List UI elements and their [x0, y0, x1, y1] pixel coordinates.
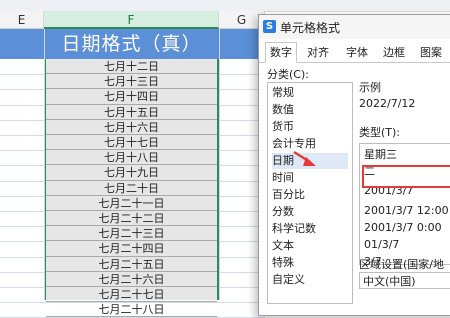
date-cell[interactable]: 七月十四日 [46, 89, 217, 105]
category-label: 分类(C): [267, 68, 309, 81]
category-time[interactable]: 时间 [272, 170, 348, 186]
category-custom[interactable]: 自定义 [272, 272, 348, 288]
dialog-tabs: 数字 对齐 字体 边框 图案 [259, 41, 450, 63]
category-fraction[interactable]: 分数 [272, 204, 348, 220]
category-general[interactable]: 常规 [272, 85, 348, 101]
grid-column-line [44, 29, 45, 300]
type-short-year[interactable]: 01/3/7 [364, 236, 450, 253]
type-weekday[interactable]: 星期三 [364, 146, 450, 163]
column-header-e[interactable]: E [0, 11, 44, 29]
type-label: 类型(T): [359, 126, 401, 139]
date-cell[interactable]: 七月十三日 [46, 74, 217, 90]
dialog-titlebar[interactable]: S 单元格格式 [259, 15, 450, 39]
sample-label: 示例 [359, 81, 381, 94]
tab-font[interactable]: 字体 [342, 43, 372, 62]
date-cell[interactable]: 七月二十四日 [46, 241, 217, 257]
cell-format-dialog: S 单元格格式 数字 对齐 字体 边框 图案 分类(C): 常规 数值 货币 会… [258, 14, 450, 316]
category-special[interactable]: 特殊 [272, 255, 348, 271]
category-scientific[interactable]: 科学记数 [272, 221, 348, 237]
type-list[interactable]: 星期三 二 2001/3/7 2001/3/7 12:00 AM 2001/3/… [359, 143, 450, 268]
category-number[interactable]: 数值 [272, 102, 348, 118]
wps-logo-icon: S [263, 20, 276, 33]
category-text[interactable]: 文本 [272, 238, 348, 254]
column-header-f[interactable]: F [44, 11, 219, 29]
date-cell[interactable]: 七月十九日 [46, 165, 217, 181]
type-date-time-24h[interactable]: 2001/3/7 0:00 [364, 219, 450, 236]
date-cell[interactable]: 七月二十三日 [46, 226, 217, 242]
date-cell[interactable]: 七月二十一日 [46, 196, 217, 211]
date-cell[interactable]: 七月十二日 [46, 59, 217, 75]
sample-value: 2022/7/12 [359, 97, 416, 110]
tab-number[interactable]: 数字 [265, 42, 297, 63]
date-cell[interactable]: 七月二十五日 [46, 257, 217, 272]
red-arrow-icon [293, 150, 316, 166]
date-cell[interactable]: 七月十六日 [46, 120, 217, 135]
date-cell[interactable]: 七月二十日 [46, 181, 217, 196]
tab-pattern[interactable]: 图案 [416, 43, 446, 62]
dialog-title: 单元格格式 [280, 21, 341, 35]
type-date-time-ampm[interactable]: 2001/3/7 12:00 AM [364, 202, 450, 219]
sheet-title[interactable]: 日期格式（真） [44, 29, 219, 59]
date-cell[interactable]: 七月二十二日 [46, 211, 217, 227]
category-percentage[interactable]: 百分比 [272, 187, 348, 203]
date-cell[interactable]: 七月十八日 [46, 150, 217, 166]
date-cell[interactable]: 七月二十六日 [46, 272, 217, 287]
region-select[interactable]: 中文(中国) [359, 272, 450, 289]
highlight-box [362, 165, 450, 188]
tab-alignment[interactable]: 对齐 [303, 43, 333, 62]
category-currency[interactable]: 货币 [272, 119, 348, 135]
date-cell[interactable]: 七月十七日 [46, 135, 217, 151]
date-cell[interactable]: 七月二十八日 [46, 302, 217, 318]
date-cell[interactable]: 七月十五日 [46, 105, 217, 120]
grid-column-line [219, 29, 220, 300]
tab-border[interactable]: 边框 [379, 43, 409, 62]
category-list[interactable]: 常规 数值 货币 会计专用 日期 时间 百分比 分数 科学记数 文本 特殊 自定… [267, 82, 353, 304]
